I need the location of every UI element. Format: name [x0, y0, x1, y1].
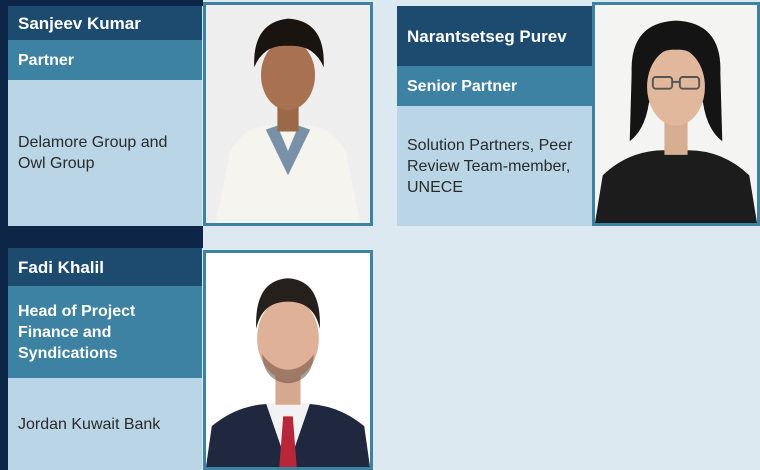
portrait-photo: [592, 2, 760, 226]
person-name: Narantsetseg Purev: [397, 6, 593, 66]
person-organization: Delamore Group and Owl Group: [8, 80, 202, 226]
person-card-fadi-khalil: Fadi Khalil Head of Project Finance and …: [8, 248, 373, 470]
person-role: Senior Partner: [397, 66, 593, 106]
person-card-sanjeev-kumar: Sanjeev Kumar Partner Delamore Group and…: [8, 2, 373, 226]
person-name: Fadi Khalil: [8, 248, 202, 286]
person-organization: Solution Partners, Peer Review Team-memb…: [397, 106, 593, 226]
person-card-narantsetseg-purev: Narantsetseg Purev Senior Partner Soluti…: [397, 2, 760, 226]
portrait-photo: [203, 250, 373, 470]
navy-strip-middle: [0, 226, 203, 248]
portrait-photo: [203, 2, 373, 226]
person-role: Partner: [8, 40, 202, 80]
person-name: Sanjeev Kumar: [8, 6, 202, 40]
person-role: Head of Project Finance and Syndications: [8, 286, 202, 378]
person-organization: Jordan Kuwait Bank: [8, 378, 202, 470]
